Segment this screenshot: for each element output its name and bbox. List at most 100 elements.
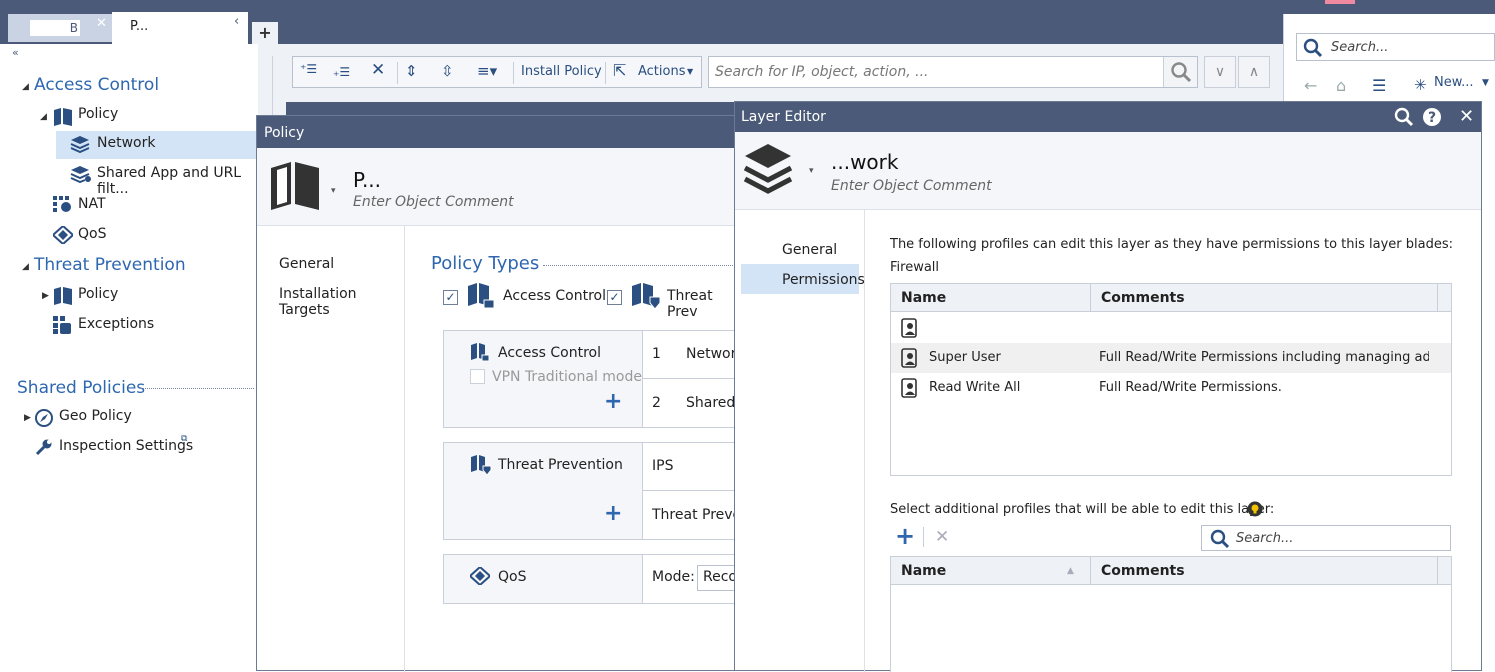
close-icon[interactable]: ‹ <box>234 14 239 29</box>
policy-book-icon[interactable] <box>269 162 321 210</box>
layer-comment-field[interactable]: Enter Object Comment <box>831 178 992 194</box>
nav-threat-prevention[interactable]: Threat Prevention <box>34 255 186 275</box>
tab-policy[interactable]: P... ‹ <box>112 12 248 44</box>
collapse-sections-icon[interactable]: ⇳ <box>441 62 454 80</box>
list-item[interactable]: IPS <box>643 443 738 491</box>
add-rule-below-icon[interactable]: ₊☰ <box>333 65 350 79</box>
help-icon[interactable]: ? <box>1422 107 1442 127</box>
vpn-traditional-checkbox[interactable] <box>470 369 485 384</box>
add-tab-button[interactable]: + <box>252 22 278 44</box>
collapsed-triangle-icon[interactable]: ▶ <box>24 413 31 423</box>
profile-name: Super User <box>929 350 1001 365</box>
close-icon[interactable]: ✕ <box>96 16 107 31</box>
chevron-down-icon[interactable]: ▼ <box>687 67 693 76</box>
add-layer-button[interactable]: + <box>604 501 622 526</box>
nav-qos[interactable]: QoS <box>78 226 106 242</box>
table-row[interactable]: Read Write All Full Read/Write Permissio… <box>891 373 1451 403</box>
profile-search-input[interactable]: Search... <box>1201 525 1451 551</box>
column-divider[interactable] <box>1437 284 1438 312</box>
layer-nav-permissions[interactable]: Permissions <box>782 272 865 288</box>
qos-mode-select[interactable]: Reco <box>697 565 739 591</box>
expand-triangle-icon[interactable]: ◢ <box>22 82 29 92</box>
list-item[interactable]: 1 Network <box>643 331 744 379</box>
column-header-comments[interactable]: Comments <box>1101 563 1185 579</box>
table-row[interactable] <box>891 313 1451 343</box>
policy-nav-installation-targets[interactable]: Installation Targets <box>279 286 404 318</box>
nav-inspection-settings[interactable]: Inspection Settings <box>59 438 193 454</box>
access-control-icon <box>468 283 495 309</box>
new-button[interactable]: New... <box>1434 75 1474 90</box>
threat-prevention-checkbox[interactable]: ✓ <box>607 290 622 305</box>
add-rule-above-icon[interactable]: ⁺☰ <box>300 62 317 76</box>
layer-editor-title: Layer Editor <box>741 109 826 125</box>
column-header-comments[interactable]: Comments <box>1101 290 1185 306</box>
column-header-name[interactable]: Name <box>901 563 946 579</box>
sort-ascending-icon[interactable]: ▲ <box>1067 566 1074 576</box>
expand-triangle-icon[interactable]: ◢ <box>22 262 29 272</box>
delete-rule-icon[interactable]: ✕ <box>371 60 385 80</box>
chevron-down-icon[interactable]: ▼ <box>1482 78 1489 88</box>
collapsed-triangle-icon[interactable]: ▶ <box>42 291 49 301</box>
layer-editor-nav: General Permissions <box>735 210 865 672</box>
add-profile-button[interactable]: + <box>895 524 915 548</box>
chevron-down-icon[interactable]: ▾ <box>809 166 814 176</box>
nav-shared-policies[interactable]: Shared Policies <box>17 378 145 398</box>
layer-name[interactable]: ...work <box>831 150 898 174</box>
list-item[interactable]: 2 Shared <box>643 379 738 427</box>
policy-comment-field[interactable]: Enter Object Comment <box>353 194 514 210</box>
next-match-button[interactable]: ∨ <box>1204 56 1236 88</box>
search-placeholder: Search... <box>1236 531 1294 546</box>
column-divider[interactable] <box>1437 557 1438 585</box>
chevron-down-icon[interactable]: ▾ <box>331 186 336 196</box>
nav-nat[interactable]: NAT <box>78 196 106 212</box>
policy-name[interactable]: P... <box>353 168 381 192</box>
layer-editor-dialog: Layer Editor ? ✕ ▾ ...work Enter Object … <box>734 101 1482 672</box>
expand-triangle-icon[interactable]: ◢ <box>40 112 47 122</box>
layers-icon[interactable] <box>743 142 793 194</box>
install-policy-button[interactable]: Install Policy <box>521 64 602 79</box>
add-layer-button[interactable]: + <box>604 389 622 414</box>
close-icon[interactable]: ✕ <box>1459 106 1474 127</box>
object-search-input[interactable]: Search... <box>1296 33 1495 61</box>
collapse-icon[interactable]: « <box>12 46 19 59</box>
nav-tp-exceptions[interactable]: Exceptions <box>78 316 154 332</box>
actions-menu-button[interactable]: Actions <box>638 64 686 79</box>
svg-text:?: ? <box>1428 110 1436 126</box>
nav-ac-shared[interactable]: Shared App and URL filt... <box>97 165 258 197</box>
tab-first[interactable]: B ✕ <box>8 14 112 42</box>
policy-nav-general[interactable]: General <box>279 256 334 272</box>
column-divider[interactable] <box>1090 557 1091 585</box>
remove-profile-button[interactable]: ✕ <box>935 527 949 547</box>
home-icon[interactable]: ⌂ <box>1336 76 1346 95</box>
nav-ac-policy[interactable]: Policy <box>78 106 118 122</box>
layers-icon <box>70 136 90 153</box>
layer-number: 2 <box>652 395 661 411</box>
search-icon[interactable] <box>1394 107 1414 127</box>
nav-ac-network[interactable]: Network <box>97 135 155 151</box>
nav-tp-policy[interactable]: Policy <box>78 286 118 302</box>
previous-match-button[interactable]: ∧ <box>1238 56 1270 88</box>
list-item[interactable]: Threat Preven <box>643 491 750 539</box>
rule-search-input[interactable]: Search for IP, object, action, ... <box>708 56 1198 88</box>
expand-sections-icon[interactable]: ⇕ <box>405 62 418 80</box>
toolbar-separator <box>605 62 606 84</box>
column-header-name[interactable]: Name <box>901 290 946 306</box>
list-view-icon[interactable]: ☰ <box>1372 76 1386 95</box>
access-control-checkbox[interactable]: ✓ <box>443 290 458 305</box>
new-star-icon[interactable]: ✳ <box>1414 76 1427 94</box>
column-divider[interactable] <box>1090 284 1091 312</box>
toolbar-separator <box>923 527 924 547</box>
section-menu-icon[interactable]: ≡▾ <box>477 62 497 80</box>
external-link-icon[interactable]: ⧉ <box>181 434 187 444</box>
layer-nav-general[interactable]: General <box>782 242 837 258</box>
search-button[interactable] <box>1163 57 1197 87</box>
back-arrow-icon[interactable]: ← <box>1304 76 1317 95</box>
lightbulb-icon[interactable] <box>1247 501 1263 517</box>
nav-geo-policy[interactable]: Geo Policy <box>59 408 132 424</box>
policy-types-title: Policy Types <box>431 253 540 274</box>
policy-book-icon <box>54 287 72 305</box>
nav-access-control[interactable]: Access Control <box>34 75 159 95</box>
table-row[interactable]: Super User Full Read/Write Permissions i… <box>891 343 1451 373</box>
splitter[interactable] <box>272 56 273 116</box>
layer-name: Shared <box>686 395 736 411</box>
